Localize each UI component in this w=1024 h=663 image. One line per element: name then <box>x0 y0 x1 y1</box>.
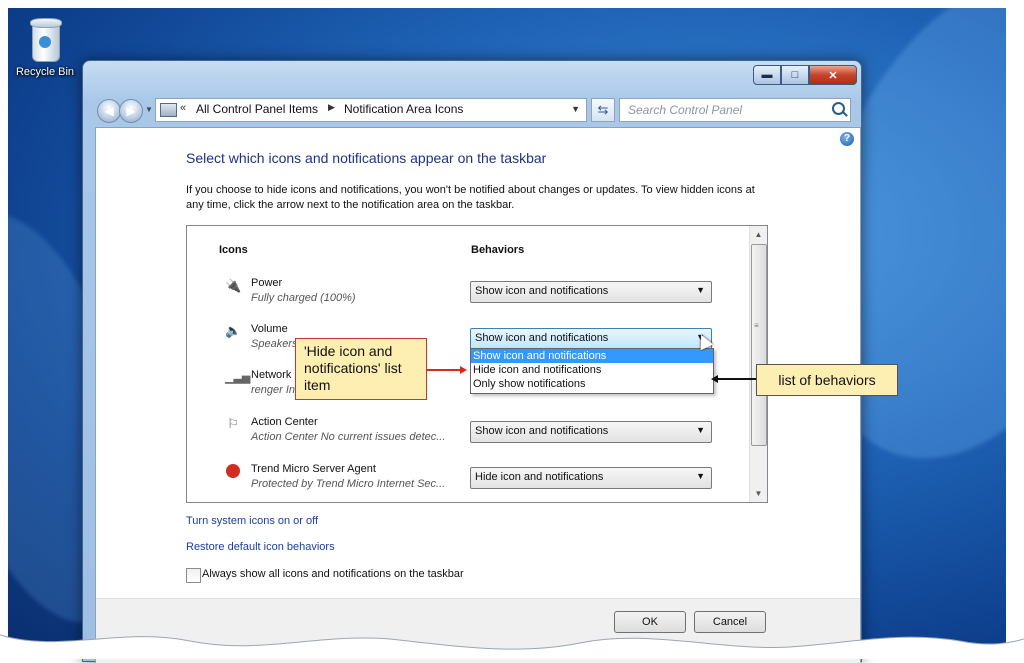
row-subtitle-network: renger In <box>251 384 296 396</box>
chevron-down-icon: ▼ <box>696 471 705 481</box>
address-bar[interactable]: « All Control Panel Items ▶ Notification… <box>155 98 587 122</box>
caption-buttons: ▬ □ ✕ <box>753 65 857 85</box>
recycle-bin-icon <box>28 18 62 62</box>
breadcrumb-separator-icon[interactable]: ▶ <box>328 102 335 113</box>
row-name-network: Network <box>251 369 292 381</box>
content-pane: ? Select which icons and notifications a… <box>95 127 861 663</box>
search-icon[interactable] <box>832 102 845 115</box>
restore-defaults-link[interactable]: Restore default icon behaviors <box>186 541 335 553</box>
row-name-trend-micro: Trend Micro Server Agent <box>251 463 376 475</box>
behavior-select-volume[interactable]: Show icon and notifications ▼ <box>470 328 712 350</box>
dropdown-option-show[interactable]: Show icon and notifications <box>471 349 713 363</box>
row-name-action-center: Action Center <box>251 416 318 428</box>
behavior-select-value: Show icon and notifications <box>475 425 609 437</box>
row-subtitle-volume: Speakers <box>251 338 298 350</box>
scrollbar-thumb[interactable] <box>751 244 767 446</box>
close-button[interactable]: ✕ <box>809 65 857 85</box>
scroll-up-arrow-icon[interactable]: ▲ <box>750 226 767 243</box>
dropdown-option-only-notifications[interactable]: Only show notifications <box>471 377 713 391</box>
chevron-down-icon: ▼ <box>696 285 705 295</box>
back-arrow-icon: ◀ <box>104 104 114 118</box>
turn-system-icons-link[interactable]: Turn system icons on or off <box>186 515 318 527</box>
help-button[interactable]: ? <box>840 132 854 146</box>
row-name-volume: Volume <box>251 323 288 335</box>
maximize-button[interactable]: □ <box>781 65 809 85</box>
control-panel-window: ▬ □ ✕ ◀ ▶ ▼ « All Control Panel Items ▶ … <box>82 60 862 663</box>
volume-icon: 🔈 <box>225 323 242 338</box>
row-name-power: Power <box>251 277 283 289</box>
trend-micro-icon <box>225 464 241 480</box>
torn-edge-decoration <box>0 634 1024 659</box>
behavior-select-power[interactable]: Show icon and notifications ▼ <box>470 281 712 303</box>
behavior-select-value: Show icon and notifications <box>475 285 609 297</box>
callout-arrow-head <box>711 375 718 383</box>
forward-arrow-icon: ▶ <box>126 104 136 118</box>
recycle-bin-label: Recycle Bin <box>15 66 75 78</box>
behavior-select-trend-micro[interactable]: Hide icon and notifications ▼ <box>470 467 712 489</box>
recycle-bin[interactable]: Recycle Bin <box>14 18 76 78</box>
always-show-checkbox-label[interactable]: Always show all icons and notifications … <box>202 568 464 580</box>
search-box[interactable]: Search Control Panel <box>619 98 851 122</box>
scroll-down-arrow-icon[interactable]: ▼ <box>750 485 767 502</box>
breadcrumb-notification-area-icons[interactable]: Notification Area Icons <box>344 102 463 116</box>
dropdown-option-hide[interactable]: Hide icon and notifications <box>471 363 713 377</box>
breadcrumb-all-control-panel-items[interactable]: All Control Panel Items <box>196 102 318 116</box>
address-chevron[interactable]: « <box>180 102 186 114</box>
page-description: If you choose to hide icons and notifica… <box>186 184 755 211</box>
column-header-icons: Icons <box>219 244 248 256</box>
minimize-button[interactable]: ▬ <box>753 65 781 85</box>
flag-icon: ⚐ <box>227 416 239 431</box>
navigation-bar: ◀ ▶ ▼ « All Control Panel Items ▶ Notifi… <box>97 97 851 123</box>
search-placeholder: Search Control Panel <box>628 103 743 117</box>
behavior-select-action-center[interactable]: Show icon and notifications ▼ <box>470 421 712 443</box>
row-subtitle-trend-micro: Protected by Trend Micro Internet Sec... <box>251 478 446 490</box>
callout-list-of-behaviors: list of behaviors <box>756 364 898 396</box>
behavior-dropdown-list: Show icon and notifications Hide icon an… <box>470 348 714 394</box>
column-header-behaviors: Behaviors <box>471 244 525 256</box>
scrollbar-grip-icon: ≡ <box>754 321 759 330</box>
refresh-icon: ⇆ <box>597 102 609 117</box>
chevron-down-icon: ▼ <box>696 425 705 435</box>
back-button[interactable]: ◀ <box>97 99 121 123</box>
row-subtitle-action-center: Action Center No current issues detec... <box>251 431 446 443</box>
row-subtitle-power: Fully charged (100%) <box>251 292 356 304</box>
callout-arrow-line <box>426 369 460 371</box>
behavior-select-value: Show icon and notifications <box>475 332 609 344</box>
callout-hide-list-item: 'Hide icon and notifications' list item <box>295 338 427 400</box>
always-show-checkbox[interactable] <box>186 568 201 583</box>
power-icon: 🔌 <box>225 278 242 293</box>
address-dropdown-icon[interactable]: ▼ <box>571 104 580 114</box>
forward-button[interactable]: ▶ <box>119 99 143 123</box>
network-icon: ▁▃▅ <box>225 372 251 384</box>
callout-arrow-line <box>718 378 756 380</box>
control-panel-icon <box>160 103 177 117</box>
page-title: Select which icons and notifications app… <box>186 150 547 166</box>
icons-behaviors-list: Icons Behaviors 🔌 Power Fully charged (1… <box>186 225 768 503</box>
behavior-select-value: Hide icon and notifications <box>475 471 604 483</box>
recent-pages-dropdown-icon[interactable]: ▼ <box>145 105 153 114</box>
refresh-button[interactable]: ⇆ <box>591 98 615 122</box>
callout-arrow-head <box>460 366 467 374</box>
